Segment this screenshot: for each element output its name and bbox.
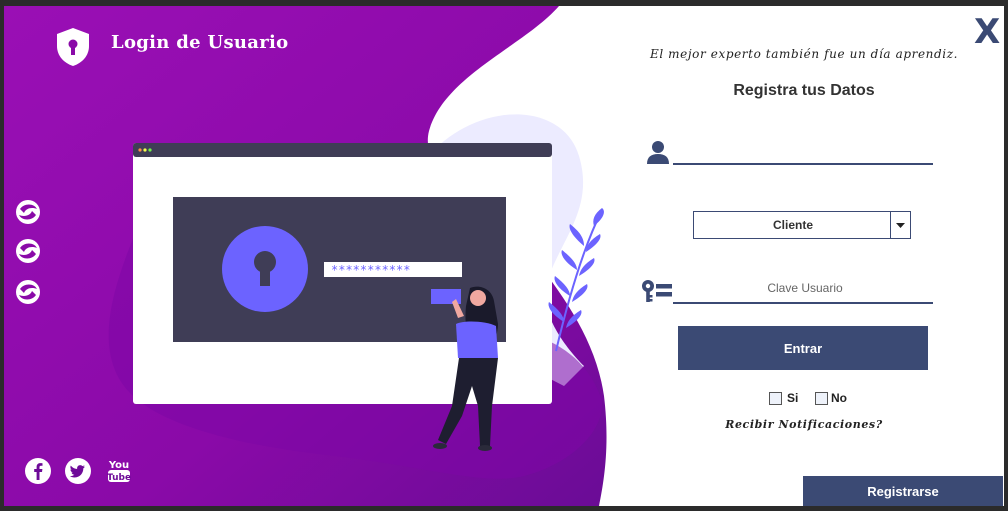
dropdown-button[interactable]: [890, 212, 910, 238]
user-icon: [647, 141, 669, 164]
role-select-value: Cliente: [772, 218, 813, 232]
twitter-icon[interactable]: [63, 456, 93, 486]
notifications-question: Recibir Notificaciones?: [725, 418, 883, 431]
left-illustration-panel: ***********: [4, 6, 607, 506]
svg-text:Tube: Tube: [107, 473, 131, 483]
close-button[interactable]: X: [974, 12, 1000, 52]
username-underline: [673, 163, 933, 165]
facebook-icon[interactable]: [23, 456, 53, 486]
checkbox-no[interactable]: [815, 392, 828, 405]
username-input[interactable]: [675, 140, 935, 164]
login-button[interactable]: Entrar: [678, 326, 928, 370]
password-input[interactable]: [675, 276, 935, 300]
youtube-icon[interactable]: You Tube: [104, 456, 134, 486]
app-title: Login de Usuario: [111, 32, 289, 53]
password-mask-text: ***********: [331, 263, 410, 277]
checkbox-no-label: No: [831, 391, 847, 405]
form-heading: Registra tus Datos: [733, 82, 875, 99]
swirl-icon[interactable]: [14, 278, 42, 306]
register-button[interactable]: Registrarse: [803, 476, 1003, 506]
swirl-icon[interactable]: [14, 237, 42, 265]
motivational-quote: El mejor experto también fue un día apre…: [649, 47, 959, 61]
password-underline: [673, 302, 933, 304]
checkbox-si-label: Si: [787, 391, 799, 405]
svg-text:You: You: [108, 460, 129, 471]
role-select[interactable]: Cliente: [693, 211, 911, 239]
login-window: *********** Login de Usuario You Tube X …: [4, 6, 1004, 506]
key-icon: [642, 280, 672, 302]
caret-down-icon: [896, 223, 905, 228]
swirl-icon[interactable]: [14, 198, 42, 226]
checkbox-si[interactable]: [769, 392, 782, 405]
shield-lock-icon: [57, 28, 89, 66]
